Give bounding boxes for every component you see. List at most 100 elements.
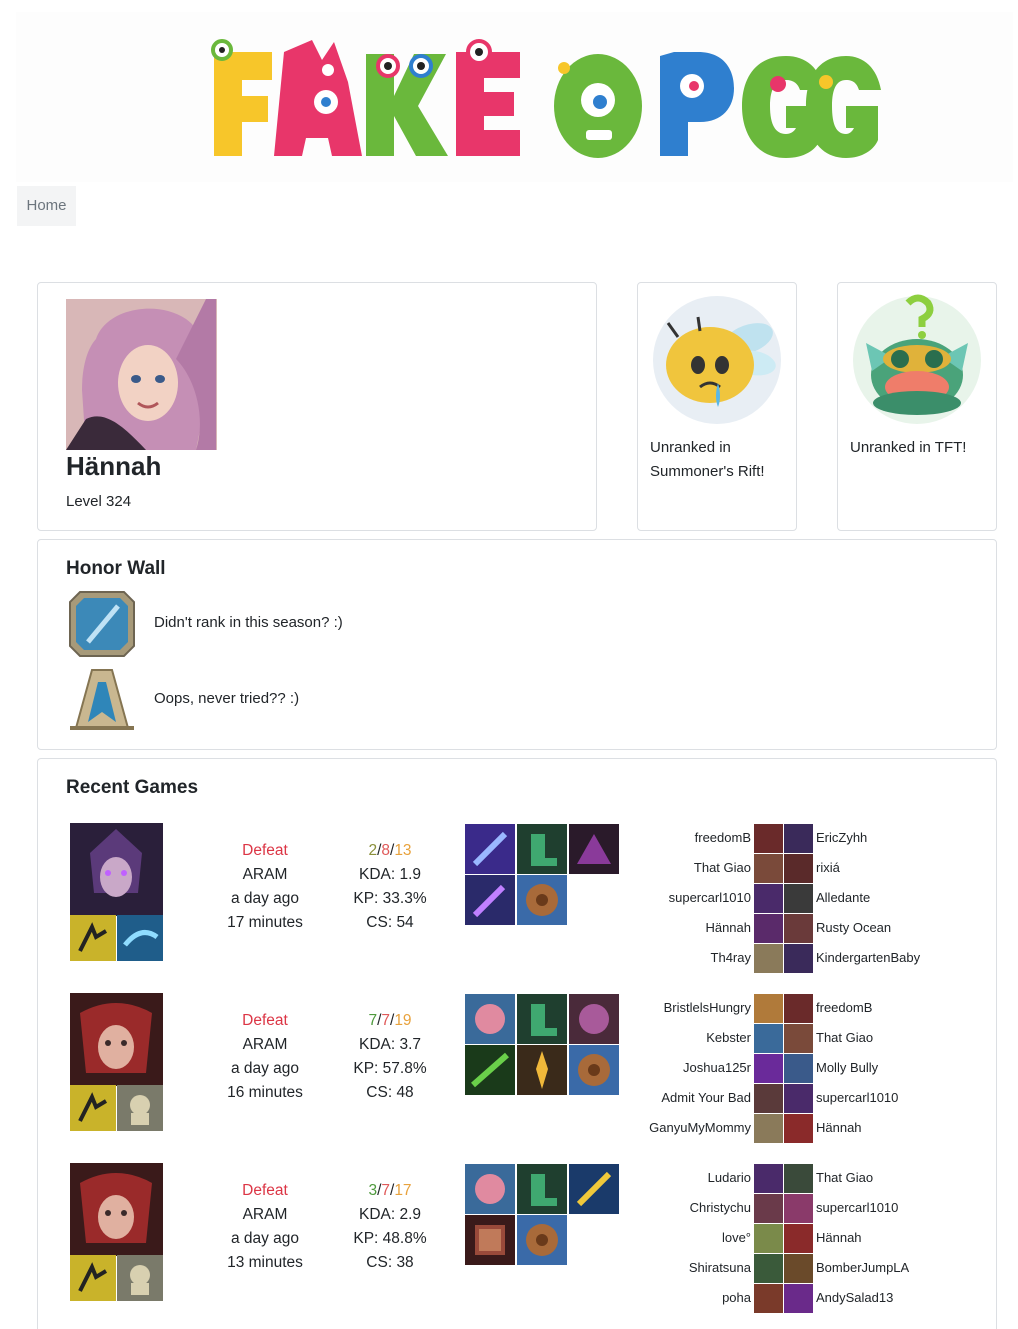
deaths: 7	[381, 1012, 390, 1029]
profile-card: Hännah Level 324	[37, 282, 597, 531]
player-link[interactable]: Hännah	[816, 1223, 986, 1253]
item-icon	[465, 1215, 515, 1265]
kills: 3	[368, 1182, 378, 1199]
result-label: Defeat	[242, 1012, 288, 1029]
summoners-rift-rank-card: Unranked in Summoner's Rift!	[637, 282, 797, 531]
item-icon	[517, 1215, 567, 1265]
tft-rank-card: Unranked in TFT!	[837, 282, 997, 531]
champion-icon	[784, 1224, 813, 1253]
item-icon	[517, 824, 567, 874]
player-link[interactable]: love°	[598, 1223, 751, 1253]
player-link[interactable]: Joshua125r	[598, 1053, 751, 1083]
kda-score: 7/7/19	[368, 1012, 412, 1029]
player-link[interactable]: GanyuMyMommy	[598, 1113, 751, 1143]
champion-icon	[754, 1164, 783, 1193]
honor-wall-title: Honor Wall	[66, 558, 166, 579]
player-link[interactable]: rixiá	[816, 853, 986, 883]
player-link[interactable]: KindergartenBaby	[816, 943, 986, 973]
player-link[interactable]: Ludario	[598, 1163, 751, 1193]
player-link[interactable]: freedomB	[598, 823, 751, 853]
player-link[interactable]: Hännah	[598, 913, 751, 943]
player-link[interactable]: Shiratsuna	[598, 1253, 751, 1283]
game-row[interactable]: Defeat ARAM a day ago 16 minutes 7/7/19 …	[38, 993, 996, 1143]
champion-icon	[754, 1194, 783, 1223]
champion-icon	[784, 1254, 813, 1283]
honor-row: Oops, never tried?? :)	[66, 664, 666, 736]
player-link[interactable]: That Giao	[598, 853, 751, 883]
champion-icon	[784, 944, 813, 973]
player-link[interactable]: AndySalad13	[816, 1283, 986, 1313]
player-link[interactable]: Christychu	[598, 1193, 751, 1223]
team-right: That Giao supercarl1010 Hännah BomberJum…	[816, 1163, 986, 1313]
champion-icon	[754, 944, 783, 973]
team-left: BristlelsHungry Kebster Joshua125r Admit…	[598, 993, 751, 1143]
player-link[interactable]: Alledante	[816, 883, 986, 913]
player-link[interactable]: Hännah	[816, 1113, 986, 1143]
team-right: EricZyhh rixiá Alledante Rusty Ocean Kin…	[816, 823, 986, 973]
item-icon	[465, 1164, 515, 1214]
player-link[interactable]: supercarl1010	[598, 883, 751, 913]
player-link[interactable]: Molly Bully	[816, 1053, 986, 1083]
kill-participation: KP: 48.8%	[353, 1230, 427, 1247]
game-result: Defeat ARAM a day ago 13 minutes	[218, 1179, 312, 1275]
champion-icon	[754, 854, 783, 883]
kills: 2	[368, 842, 378, 859]
summoner-spell-icon	[70, 1255, 116, 1301]
item-icon	[465, 875, 515, 925]
player-link[interactable]: Admit Your Bad	[598, 1083, 751, 1113]
deaths: 8	[381, 842, 390, 859]
honor-wall-card: Honor Wall Didn't rank in this season? :…	[37, 539, 997, 750]
honor-row: Didn't rank in this season? :)	[66, 588, 666, 660]
champion-icon	[784, 1114, 813, 1143]
creep-score: CS: 48	[366, 1084, 414, 1101]
game-mode: ARAM	[242, 866, 288, 883]
player-link[interactable]: freedomB	[816, 993, 986, 1023]
player-link[interactable]: supercarl1010	[816, 1193, 986, 1223]
player-link[interactable]: BomberJumpLA	[816, 1253, 986, 1283]
result-label: Defeat	[242, 842, 288, 859]
item-icon	[517, 994, 567, 1044]
item-icon	[465, 994, 515, 1044]
summoner-spell-icon	[70, 915, 116, 961]
player-name: Hännah	[66, 451, 162, 481]
honor-emblem-icon	[66, 664, 138, 736]
honor-row-text: Oops, never tried?? :)	[154, 690, 300, 707]
player-link[interactable]: EricZyhh	[816, 823, 986, 853]
champion-icon	[754, 824, 783, 853]
crying-bee-icon	[648, 291, 786, 429]
champion-icon	[784, 1084, 813, 1113]
fake-opgg-logo[interactable]	[16, 12, 1013, 182]
player-link[interactable]: Th4ray	[598, 943, 751, 973]
champion-icon	[754, 994, 783, 1023]
champion-icon	[784, 854, 813, 883]
creep-score: CS: 38	[366, 1254, 414, 1271]
player-link[interactable]: supercarl1010	[816, 1083, 986, 1113]
champion-icon	[784, 1164, 813, 1193]
game-mode: ARAM	[242, 1206, 288, 1223]
champion-icon	[784, 914, 813, 943]
champion-icon	[784, 824, 813, 853]
champion-portrait	[70, 1163, 163, 1256]
kills: 7	[368, 1012, 378, 1029]
player-link[interactable]: That Giao	[816, 1023, 986, 1053]
champion-icon	[754, 1024, 783, 1053]
kill-participation: KP: 57.8%	[353, 1060, 427, 1077]
nav-home-link[interactable]: Home	[17, 186, 76, 226]
player-link[interactable]: Kebster	[598, 1023, 751, 1053]
player-link[interactable]: poha	[598, 1283, 751, 1313]
champion-icon	[754, 914, 783, 943]
game-time-ago: a day ago	[230, 1060, 300, 1077]
player-link[interactable]: That Giao	[816, 1163, 986, 1193]
champion-portrait	[70, 823, 163, 916]
champion-portrait	[70, 993, 163, 1086]
player-link[interactable]: BristlelsHungry	[598, 993, 751, 1023]
kill-participation: KP: 33.3%	[353, 890, 427, 907]
game-row[interactable]: Defeat ARAM a day ago 17 minutes 2/8/13 …	[38, 823, 996, 973]
champion-icon	[784, 994, 813, 1023]
summoner-spell-icon	[117, 915, 163, 961]
game-duration: 17 minutes	[227, 914, 303, 931]
player-link[interactable]: Rusty Ocean	[816, 913, 986, 943]
game-time-ago: a day ago	[230, 1230, 300, 1247]
game-result: Defeat ARAM a day ago 16 minutes	[218, 1009, 312, 1105]
game-row[interactable]: Defeat ARAM a day ago 13 minutes 3/7/17 …	[38, 1163, 996, 1313]
